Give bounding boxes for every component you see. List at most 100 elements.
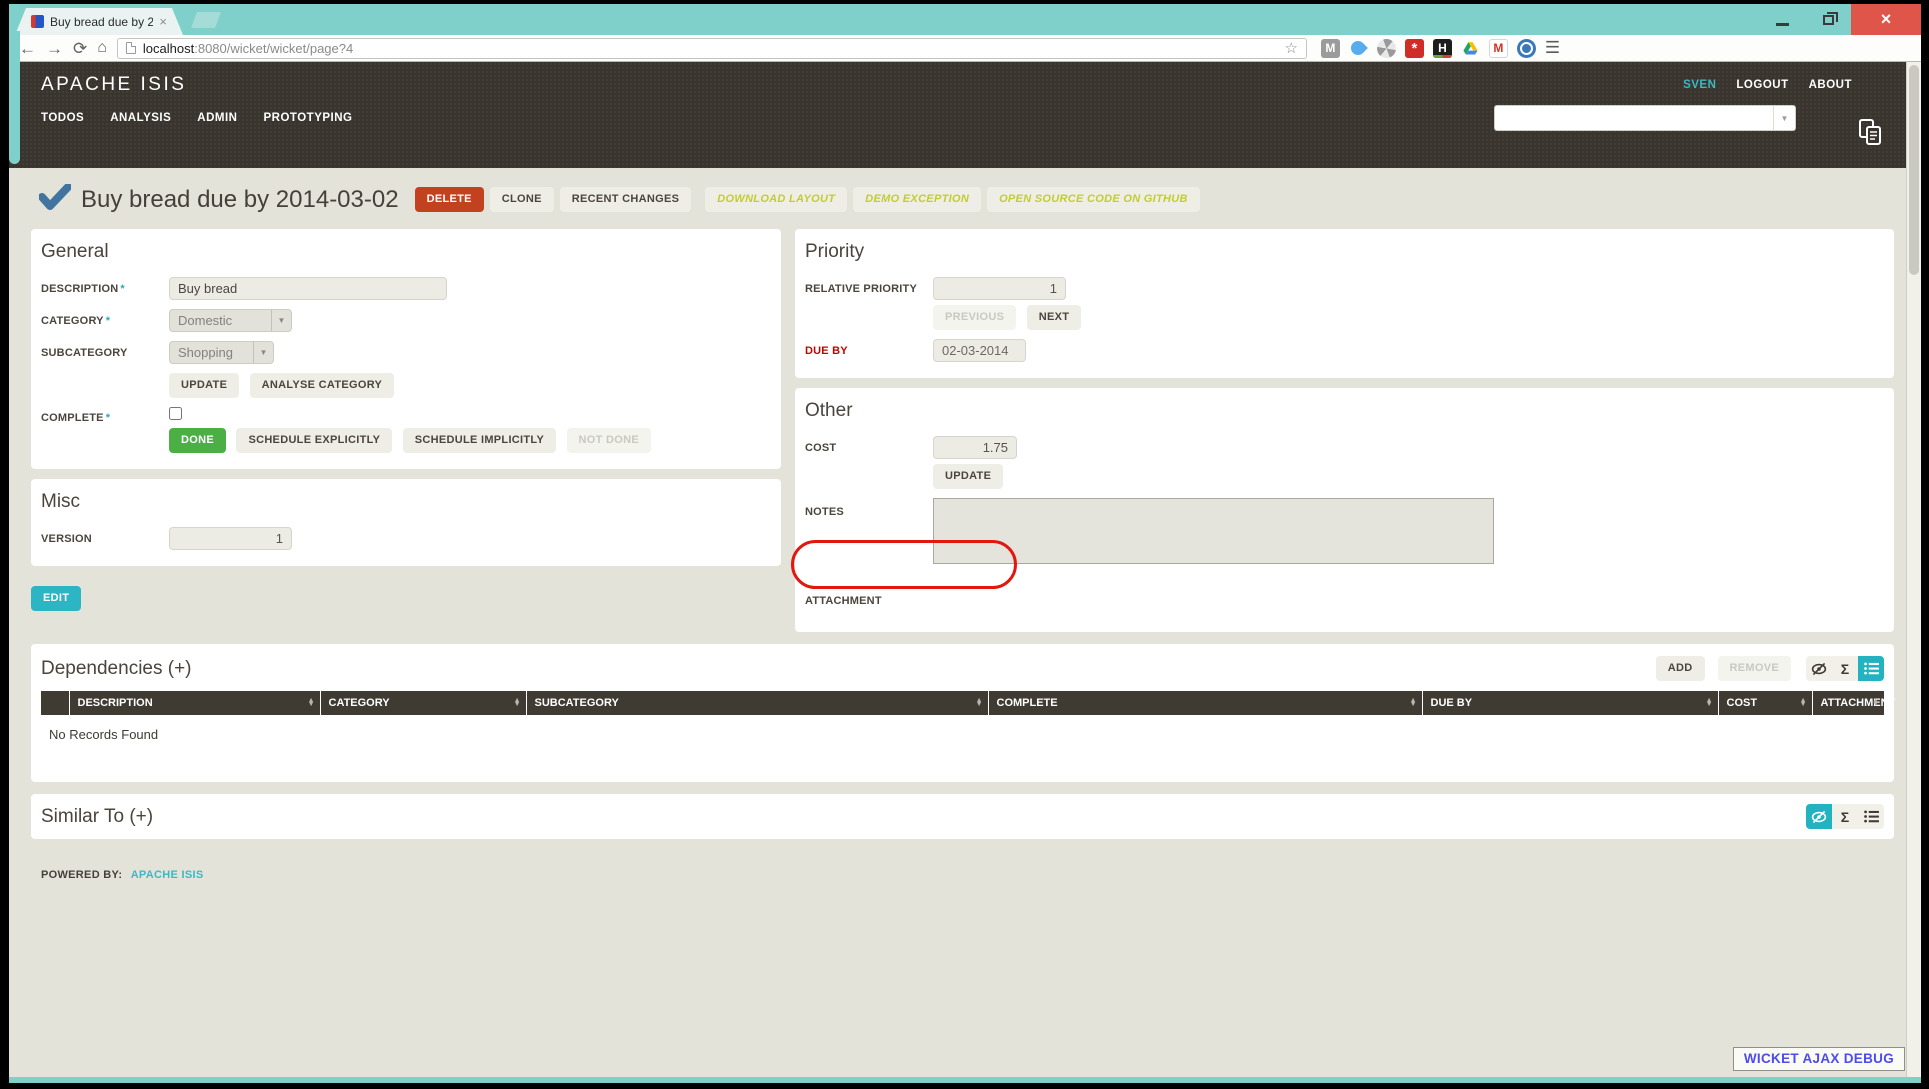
forward-icon[interactable]: →	[46, 40, 63, 57]
radiation-extension-icon[interactable]	[1377, 39, 1396, 58]
screenshot-extension-icon[interactable]	[1517, 39, 1536, 58]
update-cost-button[interactable]: UPDATE	[933, 464, 1003, 489]
bookmark-star-icon[interactable]: ☆	[1284, 39, 1297, 57]
logout-link[interactable]: LOGOUT	[1736, 79, 1788, 91]
demo-exception-button[interactable]: DEMO EXCEPTION	[853, 187, 981, 212]
sort-icon[interactable]: ▲▼	[1872, 699, 1879, 707]
complete-actions: DONE SCHEDULE EXPLICITLY SCHEDULE IMPLIC…	[169, 428, 771, 453]
sort-icon[interactable]: ▲▼	[976, 699, 983, 707]
lastpass-extension-icon[interactable]: *	[1405, 39, 1424, 58]
hide-toggle-button[interactable]	[1806, 804, 1832, 829]
notes-textarea[interactable]	[933, 498, 1494, 564]
download-layout-button[interactable]: DOWNLOAD LAYOUT	[705, 187, 847, 212]
search-input[interactable]	[1495, 106, 1773, 130]
minimize-button[interactable]	[1759, 4, 1805, 35]
nav-item-prototyping[interactable]: PROTOTYPING	[263, 112, 352, 124]
page-scrollbar[interactable]	[1906, 62, 1921, 1077]
user-link[interactable]: SVEN	[1683, 79, 1716, 91]
category-row: CATEGORY* Domestic ▼	[41, 309, 771, 332]
open-source-code-button[interactable]: OPEN SOURCE CODE ON GITHUB	[987, 187, 1200, 212]
home-icon[interactable]: ⌂	[97, 39, 107, 57]
apache-isis-link[interactable]: APACHE ISIS	[131, 869, 204, 881]
category-actions: UPDATE ANALYSE CATEGORY	[169, 373, 771, 398]
url-bar[interactable]: localhost:8080/wicket/wicket/page?4 ☆	[117, 38, 1307, 59]
extension-m-icon[interactable]: M	[1321, 39, 1340, 58]
complete-checkbox[interactable]	[169, 407, 182, 420]
nav-item-todos[interactable]: TODOS	[41, 112, 84, 124]
cost-label: COST	[805, 442, 933, 454]
nav-item-analysis[interactable]: ANALYSIS	[110, 112, 171, 124]
dependencies-toolbar: ADD REMOVE Σ	[1656, 656, 1884, 681]
clone-button[interactable]: CLONE	[490, 187, 554, 212]
tab-close-icon[interactable]: ×	[159, 15, 167, 28]
recent-changes-button[interactable]: RECENT CHANGES	[560, 187, 692, 212]
column-subcategory[interactable]: SUBCATEGORY▲▼	[526, 691, 988, 715]
column-due-by[interactable]: DUE BY▲▼	[1422, 691, 1718, 715]
sort-icon[interactable]: ▲▼	[1410, 699, 1417, 707]
column-attachment[interactable]: ATTACHMENT▲▼	[1812, 691, 1884, 715]
nav-item-admin[interactable]: ADMIN	[197, 112, 237, 124]
delete-button[interactable]: DELETE	[415, 187, 484, 212]
search-dropdown-caret-icon[interactable]: ▼	[1773, 106, 1795, 130]
reload-icon[interactable]: ⟳	[73, 40, 87, 57]
sort-icon[interactable]: ▲▼	[1706, 699, 1713, 707]
analyse-category-button[interactable]: ANALYSE CATEGORY	[250, 373, 395, 398]
summary-toggle-button[interactable]: Σ	[1832, 656, 1858, 681]
restore-button[interactable]	[1805, 4, 1851, 35]
theme-accent-strip	[9, 31, 20, 164]
similar-to-header: Similar To (+) Σ	[41, 804, 1884, 829]
sort-icon[interactable]: ▲▼	[1800, 699, 1807, 707]
column-cost[interactable]: COST▲▼	[1718, 691, 1812, 715]
browser-menu-icon[interactable]: ☰	[1545, 38, 1560, 58]
general-panel: General DESCRIPTION* CATEGORY* Domestic …	[31, 229, 781, 469]
next-button[interactable]: NEXT	[1027, 305, 1082, 330]
list-icon	[1864, 810, 1879, 823]
column-description[interactable]: DESCRIPTION▲▼	[69, 691, 320, 715]
due-by-input[interactable]	[933, 339, 1026, 362]
twitter-extension-icon[interactable]	[1349, 39, 1368, 58]
url-text[interactable]: localhost:8080/wicket/wicket/page?4	[143, 41, 1278, 56]
browser-tab[interactable]: Buy bread due by 20 ×	[15, 8, 183, 35]
close-button[interactable]: ×	[1851, 4, 1921, 35]
done-button[interactable]: DONE	[169, 428, 226, 453]
column-complete[interactable]: COMPLETE▲▼	[988, 691, 1422, 715]
app-header: APACHE ISIS SVEN LOGOUT ABOUT TODOS ANAL…	[9, 62, 1906, 168]
copy-pages-icon[interactable]	[1858, 118, 1884, 151]
update-category-button[interactable]: UPDATE	[169, 373, 239, 398]
schedule-explicitly-button[interactable]: SCHEDULE EXPLICITLY	[236, 428, 392, 453]
complete-label: COMPLETE*	[41, 412, 169, 424]
about-link[interactable]: ABOUT	[1809, 79, 1852, 91]
left-column: General DESCRIPTION* CATEGORY* Domestic …	[31, 229, 781, 611]
list-toggle-button[interactable]	[1858, 656, 1884, 681]
scrollbar-thumb[interactable]	[1909, 65, 1919, 275]
drive-extension-icon[interactable]	[1461, 39, 1480, 58]
wicket-ajax-debug[interactable]: WICKET AJAX DEBUG	[1733, 1047, 1905, 1071]
category-value: Domestic	[170, 313, 271, 328]
back-icon[interactable]: ←	[19, 40, 36, 57]
version-row: VERSION	[41, 527, 771, 550]
dependencies-panel: Dependencies (+) ADD REMOVE Σ	[31, 644, 1894, 782]
list-toggle-button[interactable]	[1858, 804, 1884, 829]
column-category[interactable]: CATEGORY▲▼	[320, 691, 526, 715]
subcategory-select[interactable]: Shopping ▼	[169, 341, 274, 364]
powered-by-label: POWERED BY:	[41, 869, 122, 881]
category-select[interactable]: Domestic ▼	[169, 309, 292, 332]
description-input[interactable]	[169, 277, 447, 300]
schedule-implicitly-button[interactable]: SCHEDULE IMPLICITLY	[403, 428, 556, 453]
add-button[interactable]: ADD	[1656, 656, 1705, 681]
cost-actions: UPDATE	[933, 464, 1884, 489]
summary-toggle-button[interactable]: Σ	[1832, 804, 1858, 829]
h-extension-icon[interactable]: H	[1433, 39, 1452, 58]
notes-label: NOTES	[805, 506, 933, 518]
relative-priority-label: RELATIVE PRIORITY	[805, 283, 933, 295]
select-caret-icon: ▼	[253, 342, 273, 363]
gmail-extension-icon[interactable]: M	[1489, 39, 1508, 58]
edit-button[interactable]: EDIT	[31, 586, 81, 611]
sort-icon[interactable]: ▲▼	[514, 699, 521, 707]
app-brand[interactable]: APACHE ISIS	[41, 74, 186, 96]
new-tab-button[interactable]	[191, 12, 221, 28]
sort-icon[interactable]: ▲▼	[308, 699, 315, 707]
version-input	[169, 527, 292, 550]
attachment-row: ATTACHMENT	[805, 584, 1884, 618]
hide-toggle-button[interactable]	[1806, 656, 1832, 681]
